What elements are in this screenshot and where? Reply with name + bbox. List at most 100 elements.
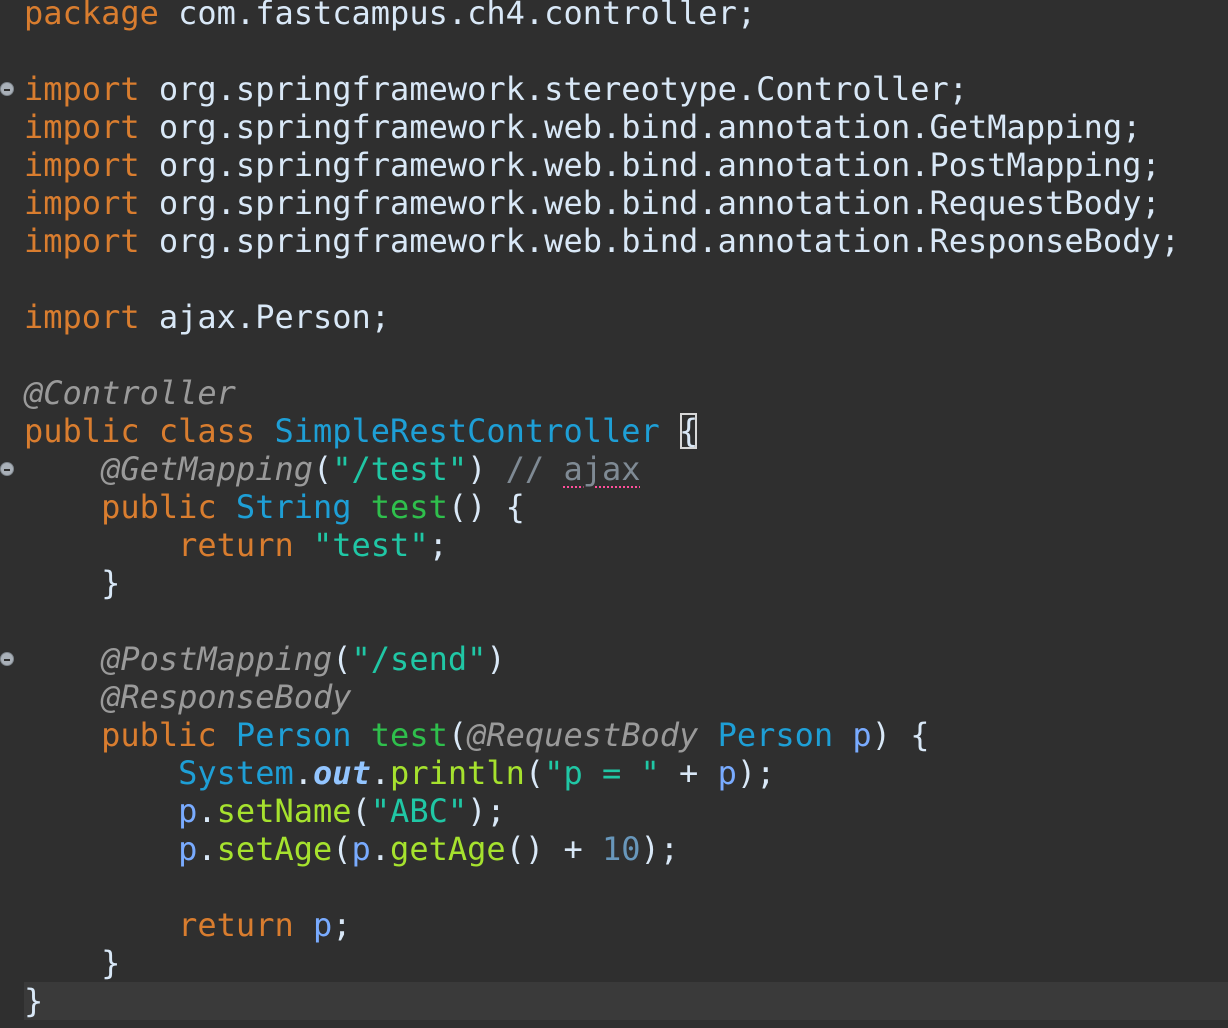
annotation: @PostMapping [101,640,333,678]
punctuation: ); [467,792,506,830]
code-line: return "test"; [24,526,1228,564]
import-path: org.springframework.web.bind.annotation.… [139,222,1180,260]
fold-collapse-icon[interactable] [0,82,14,96]
matching-brace: { [679,412,699,450]
static-field: out [312,754,371,792]
punctuation: . [197,830,217,868]
string-literal: "/send" [351,640,487,678]
punctuation: ; [332,906,352,944]
punctuation: } [101,944,121,982]
keyword: import [24,146,140,184]
parameter: p [351,830,371,868]
code-line: @Controller [24,374,1228,412]
punctuation: . [370,830,391,868]
fold-collapse-icon[interactable] [0,652,14,666]
operator: () + [505,830,602,868]
code-line: public Person test(@RequestBody Person p… [24,716,1228,754]
code-line: @ResponseBody [24,678,1228,716]
punctuation: . [293,754,313,792]
string-literal: "test" [312,526,429,564]
punctuation: ; [428,526,448,564]
annotation: @ResponseBody [101,678,352,716]
import-path: org.springframework.web.bind.annotation.… [139,108,1142,146]
string-literal: "/test" [332,450,468,488]
code-line: } [24,944,1228,982]
keyword: return [178,906,294,944]
code-line: import org.springframework.web.bind.anno… [24,222,1228,260]
current-line[interactable]: } [24,982,1228,1020]
code-line: p.setName("ABC"); [24,792,1228,830]
keyword: public [101,716,217,754]
parameter: p [178,830,198,868]
number-literal: 10 [601,830,641,868]
punctuation: } [24,982,44,1020]
keyword: import [24,70,140,108]
punctuation: ) { [871,716,930,754]
keyword: return [178,526,294,564]
method-name: test [370,488,448,526]
punctuation: ( [332,830,352,868]
method-call: getAge [390,830,506,868]
import-path: org.springframework.web.bind.annotation.… [139,146,1161,184]
import-path: org.springframework.web.bind.annotation.… [139,184,1161,222]
keyword: import [24,108,140,146]
punctuation: ) [486,640,506,678]
operator: + [659,754,718,792]
keyword: import [24,222,140,260]
punctuation: () { [447,488,525,526]
code-line: } [24,564,1228,602]
annotation: @Controller [24,374,236,412]
parameter: p [717,754,737,792]
code-line: import org.springframework.stereotype.Co… [24,70,1228,108]
parameter: p [178,792,198,830]
import-path: org.springframework.stereotype.Controlle… [139,70,969,108]
string-literal: "ABC" [370,792,468,830]
code-line: import org.springframework.web.bind.anno… [24,184,1228,222]
code-line: package com.fastcampus.ch4.controller; [24,0,1228,32]
parameter: p [312,906,333,944]
code-line: @PostMapping("/send") [24,640,1228,678]
code-line: p.setAge(p.getAge() + 10); [24,830,1228,868]
punctuation: ); [736,754,776,792]
code-line: import ajax.Person; [24,298,1228,336]
punctuation: ) [467,450,487,488]
type-name: Person [717,716,834,754]
punctuation: ( [447,716,468,754]
class-name: SimpleRestController [274,412,660,450]
punctuation: ( [332,640,352,678]
method-call: setName [216,792,352,830]
code-editor[interactable]: package com.fastcampus.ch4.controller; i… [0,0,1228,1028]
punctuation: . [370,754,391,792]
code-line: @GetMapping("/test") // ajax [24,450,1228,488]
method-call: println [390,754,525,792]
annotation: @RequestBody [467,716,699,754]
method-name: test [370,716,448,754]
class-name: System [178,754,294,792]
keyword: class [158,412,256,450]
punctuation: ); [640,830,680,868]
annotation: @GetMapping [101,450,313,488]
code-line: System.out.println("p = " + p); [24,754,1228,792]
fold-collapse-icon[interactable] [0,462,14,476]
keyword: package [24,0,159,32]
code-line: public String test() { [24,488,1228,526]
code-line: public class SimpleRestController { [24,412,1228,450]
keyword: import [24,298,140,336]
punctuation: ( [312,450,333,488]
editor-gutter [0,0,22,1028]
type-name: Person [235,716,352,754]
code-line: import org.springframework.web.bind.anno… [24,108,1228,146]
keyword: public [101,488,217,526]
punctuation: } [101,564,121,602]
parameter: p [852,716,872,754]
punctuation: . [197,792,217,830]
spelling-error: ajax [563,450,641,488]
method-call: setAge [216,830,333,868]
package-name: com.fastcampus.ch4.controller; [158,0,757,32]
punctuation: ( [351,792,371,830]
code-line: import org.springframework.web.bind.anno… [24,146,1228,184]
import-path: ajax.Person; [139,298,391,336]
comment: // [505,450,564,488]
string-literal: "p = " [544,754,660,792]
keyword: import [24,184,140,222]
